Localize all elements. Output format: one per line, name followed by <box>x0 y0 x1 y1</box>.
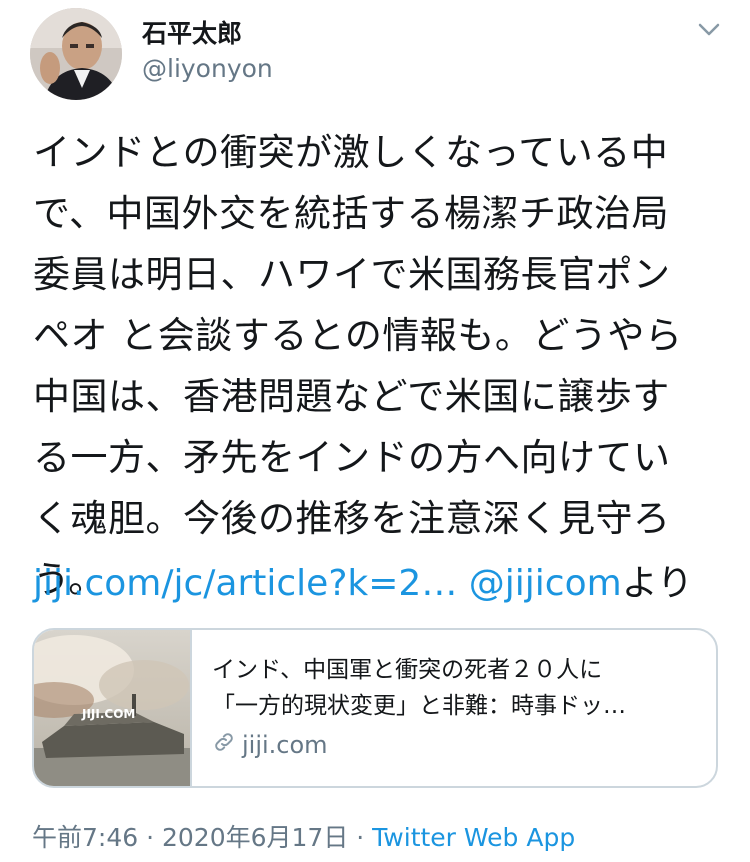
tweet-text-line: ペオ と会談するとの情報も。どうやら <box>33 314 683 357</box>
meta-separator: · <box>348 823 373 852</box>
tweet-text: インドとの衝突が激しくなっている中 で、中国外交を統括する楊潔チ政治局 委員は明… <box>33 122 723 610</box>
author-handle[interactable]: @liyonyon <box>142 54 273 83</box>
link-suffix: より <box>621 563 693 604</box>
tweet-text-line: 委員は明日、ハワイで米国務長官ポン <box>33 253 671 296</box>
tweet-time[interactable]: 午前7:46 <box>32 823 138 852</box>
tweet-text-line: インドとの衝突が激しくなっている中 <box>33 131 669 174</box>
tweet-date[interactable]: 2020年6月17日 <box>162 823 348 852</box>
card-divider <box>190 630 192 786</box>
avatar[interactable] <box>30 8 122 100</box>
article-link[interactable]: jiji.com/jc/article?k=2… <box>33 563 457 604</box>
card-title-line: 「一方的現状変更」と非難：時事ドッ… <box>212 693 626 719</box>
chevron-down-icon[interactable] <box>693 14 725 46</box>
author-name[interactable]: 石平太郎 <box>142 14 242 50</box>
link-icon <box>212 730 236 760</box>
tweet-source[interactable]: Twitter Web App <box>372 823 575 852</box>
tweet-header: 石平太郎 @liyonyon <box>0 0 750 110</box>
card-title-line: インド、中国軍と衝突の死者２０人に <box>212 657 603 683</box>
tweet-links: jiji.com/jc/article?k=2… @jijicomより <box>33 558 733 610</box>
card-title: インド、中国軍と衝突の死者２０人に 「一方的現状変更」と非難：時事ドッ… <box>212 652 702 724</box>
avatar-photo <box>30 8 122 100</box>
card-domain: jiji.com <box>212 730 328 760</box>
meta-separator: · <box>138 823 162 852</box>
watermark: JIJI.COM <box>81 707 135 721</box>
card-domain-text: jiji.com <box>242 731 328 759</box>
link-preview-card[interactable]: JIJI.COM インド、中国軍と衝突の死者２０人に 「一方的現状変更」と非難：… <box>32 628 718 788</box>
tweet-text-line: で、中国外交を統括する楊潔チ政治局 <box>33 192 670 235</box>
mention-link[interactable]: @jijicom <box>469 563 622 604</box>
tweet-text-line: 中国は、香港問題などで米国に譲歩す <box>33 375 670 418</box>
tweet-meta: 午前7:46 · 2020年6月17日 · Twitter Web App <box>32 818 575 854</box>
tweet-text-line: く魂胆。今後の推移を注意深く見守ろ <box>33 497 671 540</box>
card-thumbnail: JIJI.COM <box>34 630 190 786</box>
tweet-text-line: る一方、矛先をインドの方へ向けてい <box>33 436 671 479</box>
